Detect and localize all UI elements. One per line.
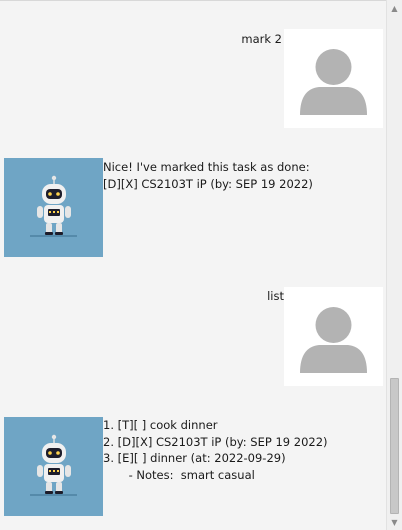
dialog-container[interactable]: mark 2 Nice! I've marked this task as do… [0, 0, 386, 530]
user-dialog-box: mark 2 [0, 0, 386, 130]
chevron-up-icon[interactable]: ▲ [387, 0, 402, 16]
robot-icon [4, 417, 103, 516]
user-dialog-box: list [0, 280, 386, 390]
user-silhouette-icon [300, 49, 367, 115]
chevron-down-icon[interactable]: ▼ [387, 514, 402, 530]
bot-message-text: 1. [T][ ] cook dinner 2. [D][X] CS2103T … [103, 418, 328, 482]
vertical-scrollbar[interactable]: ▲ ▼ [386, 0, 402, 530]
bot-dialog-box: Nice! I've marked this task as done: [D]… [0, 150, 386, 260]
bot-avatar [4, 417, 103, 516]
bot-dialog-box: 1. [T][ ] cook dinner 2. [D][X] CS2103T … [0, 410, 386, 530]
bot-avatar [4, 158, 103, 257]
user-avatar [284, 29, 383, 128]
user-avatar [284, 287, 383, 386]
bot-message-text: Nice! I've marked this task as done: [D]… [103, 160, 313, 191]
user-message-text: mark 2 [241, 32, 282, 46]
scroll-thumb[interactable] [390, 378, 399, 514]
user-silhouette-icon [300, 307, 367, 373]
robot-icon [4, 158, 103, 257]
user-message-text: list [267, 289, 284, 303]
